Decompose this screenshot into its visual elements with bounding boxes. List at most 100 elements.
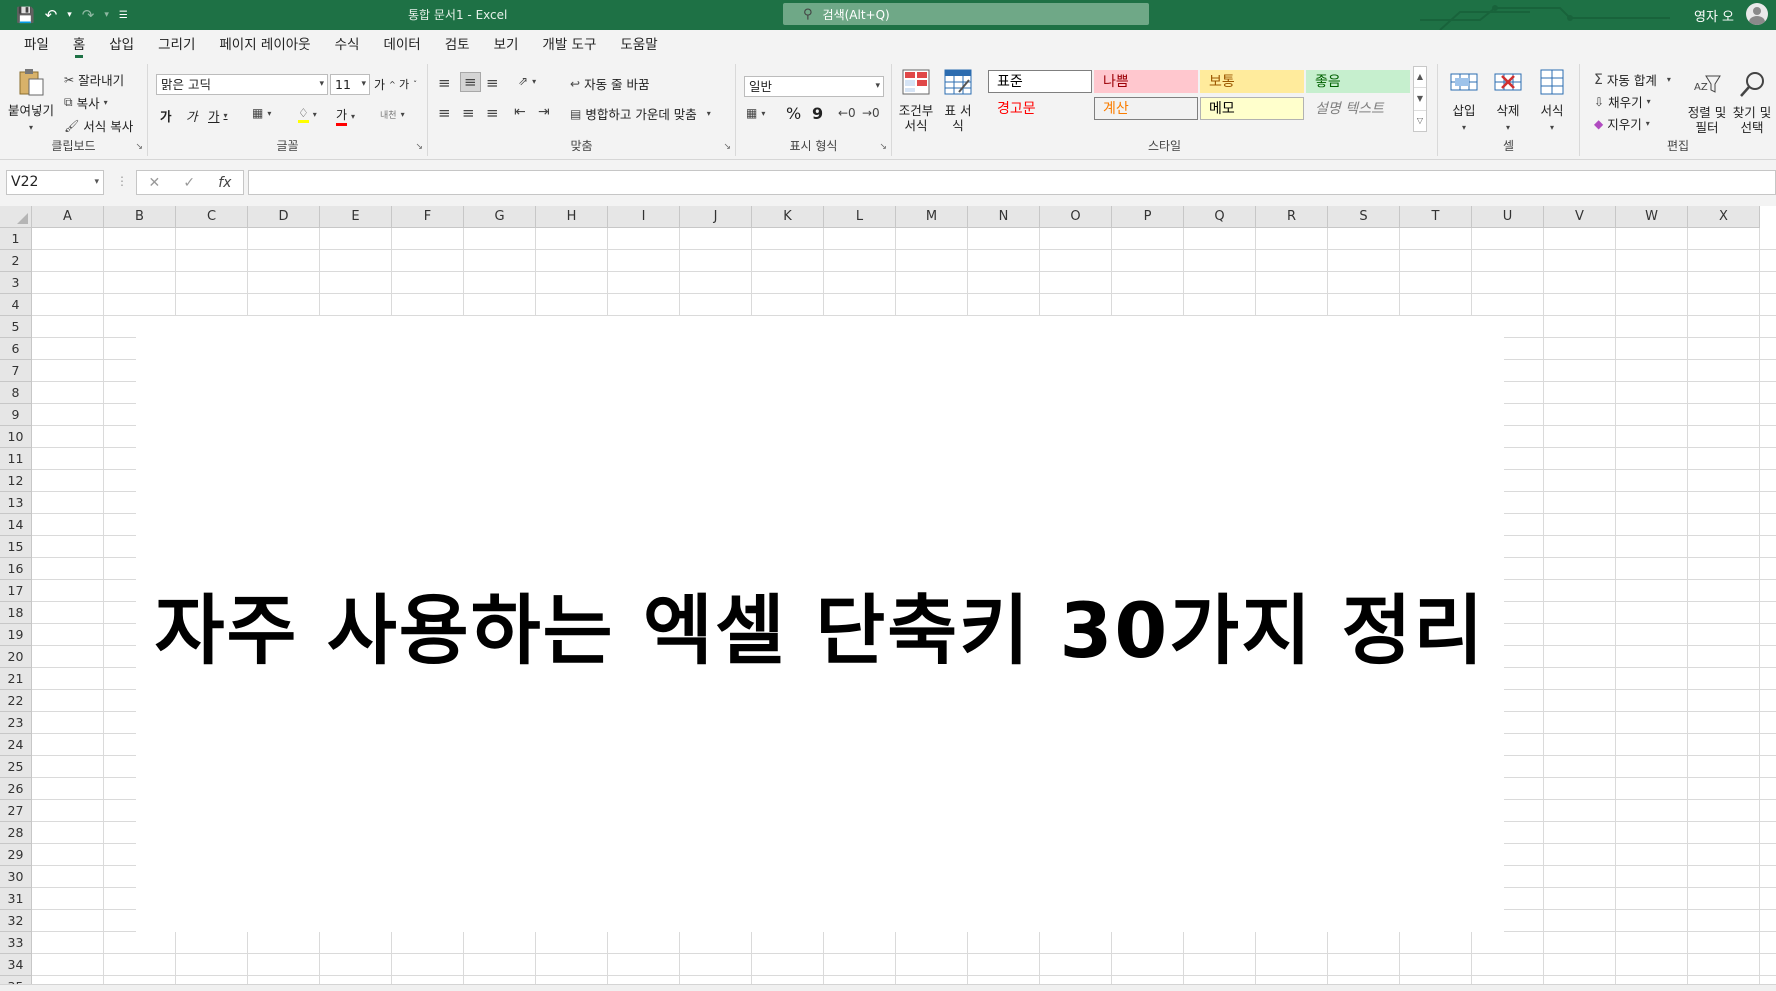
column-header[interactable]: N: [968, 206, 1040, 228]
format-as-table-button[interactable]: 표 서식: [940, 68, 976, 133]
select-all-button[interactable]: [0, 206, 32, 228]
row-header[interactable]: 6: [0, 338, 32, 360]
cancel-icon[interactable]: ✕: [149, 175, 161, 191]
row-header[interactable]: 2: [0, 250, 32, 272]
style-cell-warning[interactable]: 경고문: [988, 97, 1092, 120]
row-header[interactable]: 14: [0, 514, 32, 536]
comma-style-button[interactable]: 9: [812, 104, 823, 123]
column-header[interactable]: D: [248, 206, 320, 228]
copy-button[interactable]: ⧉ 복사 ▾: [64, 93, 108, 112]
number-format-select[interactable]: 일반 ▾: [744, 76, 884, 97]
formula-bar-handle-icon[interactable]: ⋮: [116, 174, 128, 188]
row-header[interactable]: 27: [0, 800, 32, 822]
format-cells-button[interactable]: 서식 ▾: [1532, 68, 1572, 135]
column-header[interactable]: J: [680, 206, 752, 228]
chevron-down-icon[interactable]: ▼: [1414, 87, 1426, 110]
align-right-button[interactable]: ≡: [486, 104, 499, 122]
row-header[interactable]: 28: [0, 822, 32, 844]
row-header[interactable]: 1: [0, 228, 32, 250]
row-header[interactable]: 18: [0, 602, 32, 624]
dialog-launcher-icon[interactable]: ↘: [723, 142, 731, 152]
font-color-button[interactable]: 가 ▾: [336, 106, 355, 126]
row-header[interactable]: 31: [0, 888, 32, 910]
column-header[interactable]: B: [104, 206, 176, 228]
italic-button[interactable]: 가: [186, 106, 198, 125]
wrap-text-button[interactable]: ↩ 자동 줄 바꿈: [570, 74, 650, 93]
column-header[interactable]: F: [392, 206, 464, 228]
align-bottom-button[interactable]: ≡: [486, 74, 499, 92]
align-left-button[interactable]: ≡: [438, 104, 451, 122]
tab-data[interactable]: 데이터: [371, 30, 432, 60]
column-header[interactable]: Q: [1184, 206, 1256, 228]
style-cell-neutral[interactable]: 보통: [1200, 70, 1304, 93]
decrease-decimal-button[interactable]: →0: [862, 106, 880, 120]
user-name[interactable]: 영자 오: [1694, 6, 1734, 25]
row-header[interactable]: 7: [0, 360, 32, 382]
column-header[interactable]: G: [464, 206, 536, 228]
align-center-button[interactable]: ≡: [462, 104, 475, 122]
row-header[interactable]: 4: [0, 294, 32, 316]
column-header[interactable]: T: [1400, 206, 1472, 228]
row-header[interactable]: 10: [0, 426, 32, 448]
undo-icon[interactable]: ↶: [45, 6, 58, 24]
tab-insert[interactable]: 삽입: [97, 30, 146, 60]
tab-view[interactable]: 보기: [482, 30, 531, 60]
row-header[interactable]: 19: [0, 624, 32, 646]
row-header[interactable]: 17: [0, 580, 32, 602]
column-header[interactable]: O: [1040, 206, 1112, 228]
column-header[interactable]: V: [1544, 206, 1616, 228]
column-header[interactable]: P: [1112, 206, 1184, 228]
formula-input[interactable]: [248, 170, 1776, 195]
align-middle-button[interactable]: ≡: [460, 72, 481, 92]
format-painter-button[interactable]: 🖌 서식 복사: [64, 116, 133, 135]
row-header[interactable]: 32: [0, 910, 32, 932]
save-icon[interactable]: 💾: [16, 6, 35, 24]
style-cell-normal[interactable]: 표준: [988, 70, 1092, 93]
bold-button[interactable]: 가: [160, 106, 172, 125]
find-select-button[interactable]: 찾기 및 선택: [1730, 70, 1774, 135]
tab-review[interactable]: 검토: [433, 30, 482, 60]
row-header[interactable]: 29: [0, 844, 32, 866]
orientation-button[interactable]: ⇗ ▾: [518, 74, 536, 88]
redo-icon[interactable]: ↷: [82, 6, 95, 24]
fill-button[interactable]: ⇩ 채우기 ▾: [1594, 92, 1651, 111]
styles-gallery-scroll[interactable]: ▲ ▼ ▽: [1413, 66, 1427, 132]
borders-button[interactable]: ▦ ▾: [252, 106, 271, 120]
style-cell-note[interactable]: 메모: [1200, 97, 1304, 120]
accounting-format-button[interactable]: ▦ ▾: [746, 106, 765, 120]
row-header[interactable]: 8: [0, 382, 32, 404]
style-cell-calculation[interactable]: 계산: [1094, 97, 1198, 120]
font-name-select[interactable]: 맑은 고딕 ▾: [156, 74, 328, 95]
style-cell-bad[interactable]: 나쁨: [1094, 70, 1198, 93]
tab-developer[interactable]: 개발 도구: [530, 30, 608, 60]
column-header[interactable]: R: [1256, 206, 1328, 228]
tab-draw[interactable]: 그리기: [146, 30, 207, 60]
row-header[interactable]: 16: [0, 558, 32, 580]
column-header[interactable]: K: [752, 206, 824, 228]
dialog-launcher-icon[interactable]: ↘: [415, 142, 423, 152]
merge-center-button[interactable]: ▤ 병합하고 가운데 맞춤 ▾: [570, 104, 711, 123]
column-header[interactable]: E: [320, 206, 392, 228]
decrease-font-button[interactable]: 가ˇ: [399, 76, 417, 92]
conditional-formatting-button[interactable]: 조건부 서식: [894, 68, 938, 133]
undo-dropdown-icon[interactable]: ▾: [67, 10, 72, 20]
column-header[interactable]: C: [176, 206, 248, 228]
delete-cells-button[interactable]: 삭제 ▾: [1488, 68, 1528, 135]
row-header[interactable]: 21: [0, 668, 32, 690]
row-header[interactable]: 15: [0, 536, 32, 558]
underline-button[interactable]: 가 ▾: [208, 106, 228, 125]
enter-icon[interactable]: ✓: [183, 175, 195, 191]
font-size-select[interactable]: 11 ▾: [330, 74, 370, 95]
tab-home[interactable]: 홈: [61, 30, 97, 60]
row-header[interactable]: 11: [0, 448, 32, 470]
cut-button[interactable]: ✂ 잘라내기: [64, 70, 124, 89]
autosum-button[interactable]: Σ 자동 합계 ▾: [1594, 70, 1671, 89]
column-header[interactable]: A: [32, 206, 104, 228]
paste-button[interactable]: 붙여넣기 ▾: [4, 68, 58, 135]
percent-button[interactable]: %: [786, 104, 801, 123]
row-header[interactable]: 12: [0, 470, 32, 492]
increase-indent-button[interactable]: ⇥: [538, 104, 550, 120]
gallery-more-icon[interactable]: ▽: [1414, 110, 1426, 131]
customize-qat-icon[interactable]: ☰: [119, 10, 128, 21]
dialog-launcher-icon[interactable]: ↘: [135, 142, 143, 152]
